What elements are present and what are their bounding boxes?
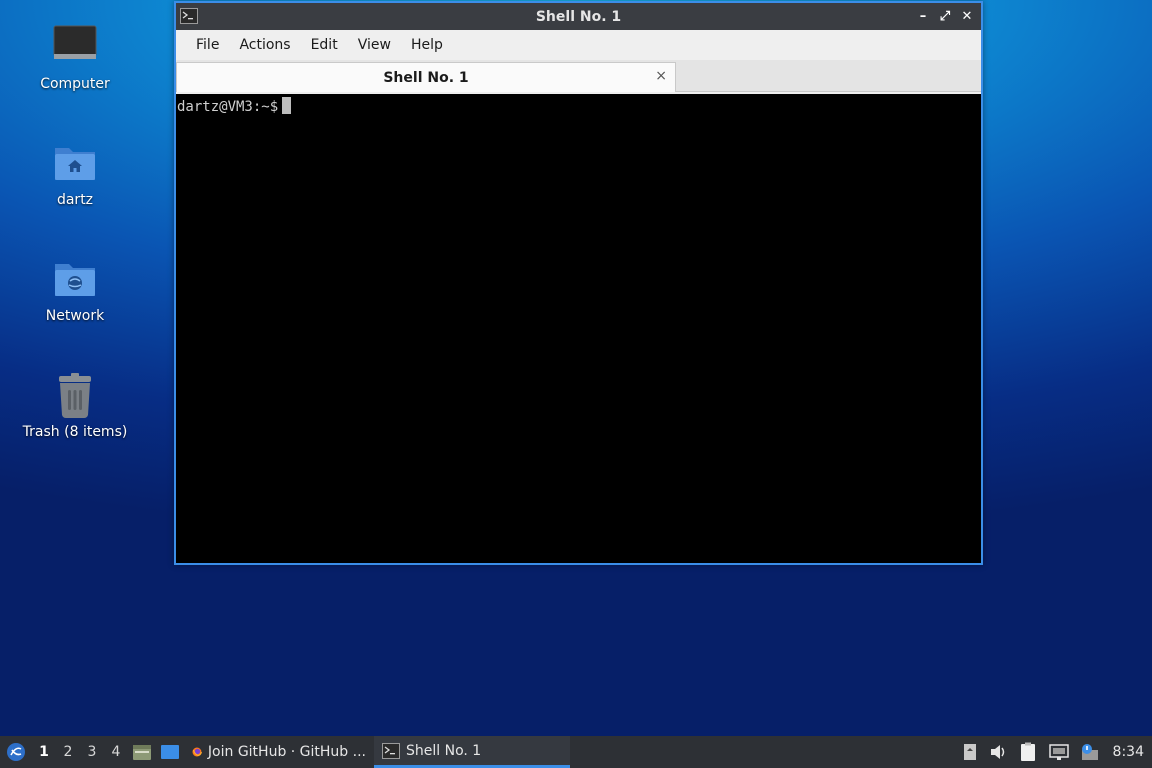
menubar: File Actions Edit View Help [176,30,981,60]
desktop-icon-network[interactable]: Network [20,256,130,324]
desktop-icon-computer[interactable]: Computer [20,24,130,92]
close-button[interactable]: ✕ [959,7,975,25]
workspace-1[interactable]: 1 [32,736,56,768]
taskbar-task-firefox[interactable]: Join GitHub · GitHub ... [184,736,374,768]
volume-icon[interactable] [989,743,1007,761]
desktop-icon-label: Trash (8 items) [22,424,128,440]
workspace-2[interactable]: 2 [56,736,80,768]
task-label: Join GitHub · GitHub ... [207,744,366,760]
menu-file[interactable]: File [186,37,229,53]
minimize-button[interactable]: – [915,7,931,25]
trash-icon [59,373,91,418]
clipboard-icon[interactable] [1019,742,1037,762]
menu-actions[interactable]: Actions [229,37,300,53]
firefox-icon [192,747,202,757]
window-title: Shell No. 1 [535,8,622,25]
computer-icon [53,25,97,59]
tab-label: Shell No. 1 [383,69,469,86]
maximize-button[interactable]: ⤢ [937,7,953,25]
terminal-area[interactable]: dartz@VM3:~$ [176,94,981,563]
system-tray: 8:34 [963,742,1152,762]
workspace-3[interactable]: 3 [80,736,104,768]
desktop-icon-label: Computer [40,76,110,92]
desktop-icon-trash[interactable]: Trash (8 items) [20,372,130,440]
workspace-4[interactable]: 4 [104,736,128,768]
tab-close-icon[interactable]: × [655,68,667,84]
taskbar: 1 2 3 4 Join GitHub · GitHub ... Shell N… [0,736,1152,768]
file-manager-icon [133,745,151,760]
desktop-icon [161,745,179,759]
menu-edit[interactable]: Edit [301,37,348,53]
file-manager-launcher[interactable] [128,736,156,768]
taskbar-task-terminal[interactable]: Shell No. 1 [374,736,570,768]
tab-bar: Shell No. 1 × [176,60,981,92]
task-label: Shell No. 1 [406,742,482,759]
desktop-icon-home[interactable]: dartz [20,140,130,208]
network-status-icon[interactable] [1048,743,1069,761]
clock[interactable]: 8:34 [1113,744,1144,760]
lubuntu-logo-icon [7,743,25,761]
keyboard-layout-icon[interactable] [963,743,977,761]
tab-shell-1[interactable]: Shell No. 1 × [176,62,676,92]
terminal-prompt: dartz@VM3:~$ [177,99,279,115]
network-folder-icon [55,264,95,296]
desktop-icon-label: Network [45,308,105,324]
window-titlebar[interactable]: Shell No. 1 – ⤢ ✕ [176,3,981,30]
show-desktop-button[interactable] [156,736,184,768]
desktop-icon-label: dartz [56,192,94,208]
start-menu-button[interactable] [0,736,32,768]
terminal-icon [382,742,400,759]
menu-help[interactable]: Help [401,37,453,53]
terminal-cursor [282,97,292,114]
terminal-window[interactable]: Shell No. 1 – ⤢ ✕ File Actions Edit View… [174,1,983,565]
update-notification-icon[interactable] [1081,743,1101,761]
menu-view[interactable]: View [348,37,401,53]
home-folder-icon [55,148,95,180]
